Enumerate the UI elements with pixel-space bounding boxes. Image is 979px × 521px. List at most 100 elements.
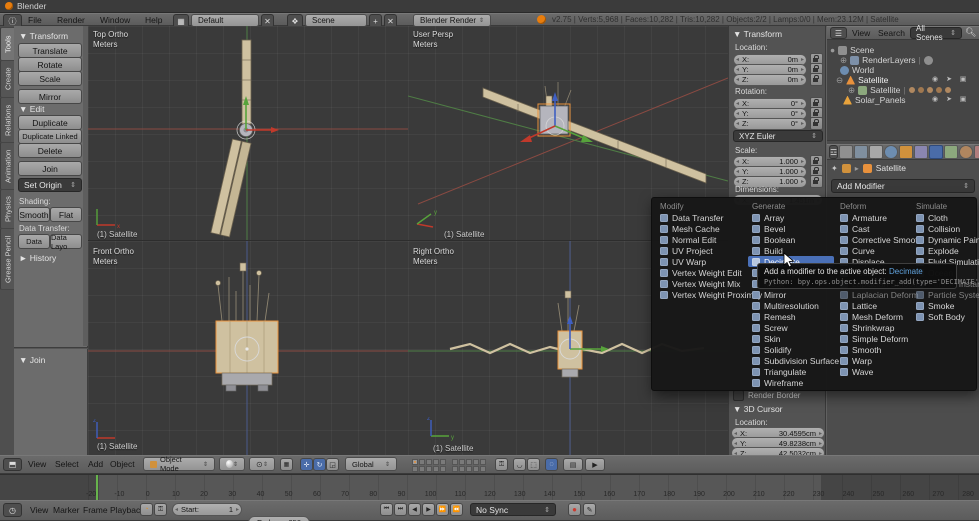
viewport-shading-dropdown[interactable]: ⇕ [219,457,245,471]
tab-scene-icon[interactable] [869,145,883,159]
menu-render[interactable]: Render [57,14,85,26]
timeline-menu-view[interactable]: View [30,504,48,516]
menu-item-normal-edit[interactable]: Normal Edit [656,234,748,245]
rotation-mode-dropdown[interactable]: XYZ Euler [733,130,823,142]
pin-icon[interactable]: ✦ [831,164,838,173]
panel-history-header[interactable]: ► History [19,253,56,263]
menu-item-laplacian-deform[interactable]: Laplacian Deform [836,289,912,300]
pivot-align-toggle[interactable]: ▦ [280,458,293,471]
add-menu[interactable]: Add [88,458,103,470]
menu-item-skin[interactable]: Skin [748,333,834,344]
timeline-menu-frame[interactable]: Frame [83,504,108,516]
keying-set-button[interactable]: ✎ [583,503,596,516]
selectability-pointer-icon[interactable]: ➤ [944,95,954,104]
location-z-field[interactable]: Z:0m [733,74,807,86]
view-menu[interactable]: View [28,458,46,470]
timeline-menu-marker[interactable]: Marker [53,504,79,516]
menu-item-simple-deform[interactable]: Simple Deform [836,333,912,344]
breadcrumb-object-name[interactable]: Satellite [876,163,906,173]
menu-item-particle-system[interactable]: Particle System [912,289,974,300]
transform-orientation-dropdown[interactable]: Global⇕ [345,457,397,471]
viewport-front-ortho[interactable]: Front Ortho Meters z (1) Satellite [88,241,409,455]
menu-item-mesh-deform[interactable]: Mesh Deform [836,311,912,322]
panel-transform-header[interactable]: ▼ Transform [19,31,68,41]
outliner-row-satellite-mesh[interactable]: ⊕Satellite| [848,85,951,95]
rotation-z-field[interactable]: Z:0° [733,118,807,130]
renderability-camera-icon[interactable]: ▣ [958,95,968,104]
menu-item-screw[interactable]: Screw [748,322,834,333]
menu-item-mesh-cache[interactable]: Mesh Cache [656,223,748,234]
shade-smooth-button[interactable]: Smooth [18,207,50,222]
timeline-ruler[interactable]: -20-100102030405060708090100110120130140… [0,474,979,501]
menu-item-solidify[interactable]: Solidify [748,344,834,355]
panel-edit-header[interactable]: ▼ Edit [19,104,44,114]
snap-element-dropdown[interactable]: ⬚ [527,458,540,471]
menu-item-cast[interactable]: Cast [836,223,912,234]
cursor-panel-header[interactable]: ▼ 3D Cursor [733,404,783,414]
renderability-camera-icon[interactable]: ▣ [958,75,968,84]
visibility-eye-icon[interactable]: ◉ [930,75,940,84]
menu-item-smoke[interactable]: Smoke [912,300,974,311]
visibility-eye-icon[interactable]: ◉ [930,95,940,104]
tab-render-icon[interactable] [839,145,853,159]
layers-grid-2[interactable] [452,459,486,472]
duplicate-button[interactable]: Duplicate [18,115,82,130]
frame-end-field[interactable]: End:250 [248,516,310,521]
toolshelf-divider[interactable] [14,347,88,349]
jump-to-start-button[interactable]: ⏮ [380,503,393,516]
tab-modifiers-icon[interactable] [929,145,943,159]
select-menu[interactable]: Select [55,458,79,470]
data-button[interactable]: Data [18,234,50,249]
menu-window[interactable]: Window [100,14,130,26]
set-origin-dropdown[interactable]: Set Origin [18,178,82,192]
menu-item-data-transfer[interactable]: Data Transfer [656,212,748,223]
outliner-menu-search[interactable]: Search [878,27,905,39]
delete-button[interactable]: Delete [18,143,82,158]
pivot-point-dropdown[interactable]: ⊙ ⇕ [249,457,275,471]
menu-item-collision[interactable]: Collision [912,223,974,234]
selectability-pointer-icon[interactable]: ➤ [944,75,954,84]
add-modifier-dropdown[interactable]: Add Modifier [831,179,975,193]
play-reverse-button[interactable]: ⏪ [450,503,463,516]
render-opengl-button[interactable]: ▤ [563,458,583,471]
menu-item-warp[interactable]: Warp [836,355,912,366]
lock-icon[interactable] [810,117,823,130]
tab-constraints-icon[interactable] [914,145,928,159]
menu-item-explode[interactable]: Explode [912,245,974,256]
menu-file[interactable]: File [28,14,42,26]
menu-item-multiresolution[interactable]: Multiresolution [748,300,834,311]
render-opengl-anim-button[interactable]: ▶ [585,458,605,471]
manipulator-translate-button[interactable]: ✛ [300,458,313,471]
menu-item-remesh[interactable]: Remesh [748,311,834,322]
menu-item-vertex-weight-mix[interactable]: Vertex Weight Mix [656,278,748,289]
manipulator-rotate-button[interactable]: ↻ [313,458,326,471]
menu-item-triangulate[interactable]: Triangulate [748,366,834,377]
menu-item-wave[interactable]: Wave [836,366,912,377]
frame-start-field[interactable]: Start:1 [172,503,242,516]
rotate-button[interactable]: Rotate [18,57,82,72]
jump-to-end-button[interactable]: ⏭ [394,503,407,516]
menu-item-soft-body[interactable]: Soft Body [912,311,974,322]
menu-item-wireframe[interactable]: Wireframe [748,377,834,388]
snap-magnet-button[interactable]: ◡ [513,458,526,471]
data-layout-button[interactable]: Data Layo [50,234,82,249]
shade-flat-button[interactable]: Flat [50,207,82,222]
tab-render-layers-icon[interactable] [854,145,868,159]
lock-frame-range-button[interactable]: ⚿ [154,503,167,516]
editor-type-timeline-button[interactable]: ◷ [3,503,22,517]
menu-item-array[interactable]: Array [748,212,834,223]
tab-world-icon[interactable] [884,145,898,159]
layers-grid-1[interactable] [412,459,446,472]
mirror-button[interactable]: Mirror [18,89,82,104]
all-scenes-dropdown[interactable]: All Scenes [910,27,962,39]
menu-help[interactable]: Help [145,14,162,26]
mode-dropdown[interactable]: Object Mode ⇕ [143,457,215,471]
join-button[interactable]: Join [18,161,82,176]
menu-item-bevel[interactable]: Bevel [748,223,834,234]
lock-to-scene-button[interactable]: ⚿ [495,458,508,471]
manipulator-scale-button[interactable]: ◲ [326,458,339,471]
outliner-row-world[interactable]: World [840,65,874,75]
outliner-row-satellite-object[interactable]: ⊖Satellite [836,75,888,85]
play-button[interactable]: ▶ [422,503,435,516]
translate-button[interactable]: Translate [18,43,82,58]
